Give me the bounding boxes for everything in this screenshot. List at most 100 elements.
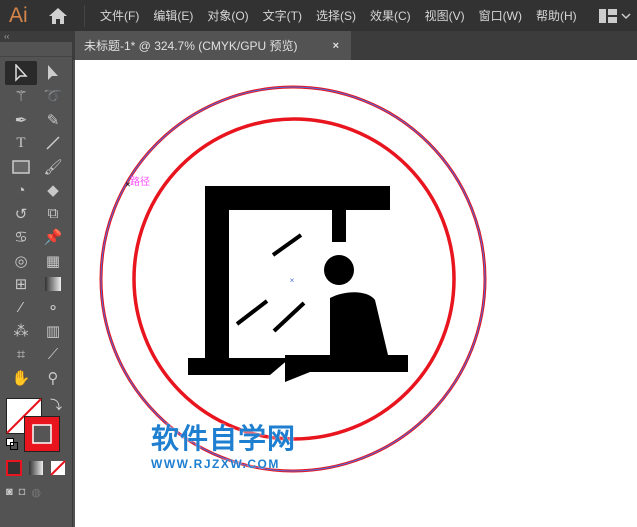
lasso-icon: ➰ bbox=[43, 88, 63, 106]
draw-behind-icon[interactable]: ◘ bbox=[19, 486, 26, 499]
mesh-icon: ⊞ bbox=[14, 276, 28, 294]
home-button[interactable] bbox=[40, 7, 76, 25]
shaper-tool[interactable]: ◔ bbox=[5, 179, 37, 203]
hand-tool[interactable]: ✋ bbox=[5, 367, 37, 391]
menu-type[interactable]: 文字(T) bbox=[256, 7, 309, 24]
color-mode-buttons bbox=[0, 456, 72, 480]
direct-selection-tool[interactable] bbox=[37, 61, 69, 85]
eraser-icon: ◆ bbox=[47, 182, 59, 200]
bar-chart-icon: ▥ bbox=[45, 323, 61, 341]
magnifier-icon: ⚲ bbox=[47, 370, 59, 388]
watermark-url: WWW.RJZXW.COM bbox=[151, 457, 280, 471]
icon-figure[interactable] bbox=[188, 186, 408, 382]
desk bbox=[285, 355, 408, 382]
type-tool[interactable]: T bbox=[5, 132, 37, 156]
chevron-down-icon bbox=[621, 12, 631, 19]
pen-tool[interactable]: ✒ bbox=[5, 108, 37, 132]
top-beam bbox=[205, 186, 390, 210]
shape-builder-tool[interactable]: ◎ bbox=[5, 249, 37, 273]
blend-tool[interactable]: ⚬ bbox=[37, 296, 69, 320]
artboard-canvas[interactable]: × ✕ 路径 软件自学网 WWW.RJZXW.COM bbox=[75, 60, 637, 527]
swap-colors-icon[interactable]: ⤵ bbox=[50, 396, 62, 413]
menu-view[interactable]: 视图(V) bbox=[418, 7, 472, 24]
spray-icon: ⁂ bbox=[13, 323, 29, 341]
lasso-tool[interactable]: ➰ bbox=[37, 85, 69, 109]
shape-builder-icon: ◎ bbox=[14, 252, 28, 270]
app-logo: Ai bbox=[9, 3, 28, 27]
rotate-tool[interactable]: ↺ bbox=[5, 202, 37, 226]
person-head bbox=[324, 255, 354, 285]
workspace-switcher[interactable] bbox=[599, 8, 637, 23]
menu-help[interactable]: 帮助(H) bbox=[529, 7, 584, 24]
close-tab-icon[interactable]: × bbox=[333, 40, 339, 52]
rectangle-icon bbox=[12, 160, 30, 174]
artboard-tool[interactable]: ⌗ bbox=[5, 343, 37, 367]
puppet-warp-tool[interactable]: 📌 bbox=[37, 226, 69, 250]
artboard-icon: ⌗ bbox=[16, 346, 26, 364]
tools-panel: ‹‹ ⚚ ➰ ✒ ✎ T 🖌 ◔ ◆ ↺ ⧉ ♋ 📌 ◎ ▦ ⊞ ⁄ ⚬ ⁂ ▥… bbox=[0, 31, 73, 527]
magic-wand-tool[interactable]: ⚚ bbox=[5, 85, 37, 109]
selection-tool[interactable] bbox=[5, 61, 37, 85]
gradient-icon bbox=[45, 277, 61, 292]
menu-select[interactable]: 选择(S) bbox=[309, 7, 363, 24]
layout-grid-icon bbox=[599, 8, 617, 23]
watermark-title: 软件自学网 bbox=[151, 422, 297, 455]
hanging-bar bbox=[332, 208, 346, 242]
pen-icon: ✒ bbox=[14, 111, 28, 129]
rectangle-tool[interactable] bbox=[5, 155, 37, 179]
curvature-tool[interactable]: ✎ bbox=[37, 108, 69, 132]
base-left bbox=[188, 358, 290, 375]
draw-normal-icon[interactable]: ◙ bbox=[6, 486, 13, 499]
symbol-sprayer-tool[interactable]: ⁂ bbox=[5, 320, 37, 344]
collapse-panel-button[interactable]: ‹‹ bbox=[0, 31, 72, 42]
gradient-button[interactable] bbox=[28, 460, 44, 476]
hand-icon: ✋ bbox=[11, 370, 31, 388]
document-tab-title: 未标题-1* @ 324.7% (CMYK/GPU 预览) bbox=[84, 39, 298, 53]
perspective-grid-tool[interactable]: ▦ bbox=[37, 249, 69, 273]
arrow-solid-icon bbox=[48, 64, 58, 80]
stroke-swatch[interactable] bbox=[24, 416, 60, 452]
home-icon bbox=[49, 7, 67, 24]
paintbrush-tool[interactable]: 🖌 bbox=[37, 155, 69, 179]
draw-mode-buttons: ◙ ◘ ◍ bbox=[0, 480, 72, 505]
rotate-icon: ↺ bbox=[14, 205, 28, 223]
fill-stroke-swatches: ⤵ bbox=[0, 398, 72, 456]
menu-window[interactable]: 窗口(W) bbox=[472, 7, 529, 24]
column-graph-tool[interactable]: ▥ bbox=[37, 320, 69, 344]
arrow-outline-icon bbox=[15, 63, 28, 82]
magic-wand-icon: ⚚ bbox=[14, 88, 28, 106]
color-button[interactable] bbox=[6, 460, 22, 476]
menu-file[interactable]: 文件(F) bbox=[93, 7, 146, 24]
blend-icon: ⚬ bbox=[46, 299, 60, 317]
menu-object[interactable]: 对象(O) bbox=[200, 7, 255, 24]
gradient-tool[interactable] bbox=[37, 273, 69, 297]
menu-edit[interactable]: 编辑(E) bbox=[146, 7, 200, 24]
brush-icon: 🖌 bbox=[43, 158, 63, 176]
menu-effect[interactable]: 效果(C) bbox=[363, 7, 418, 24]
zoom-tool[interactable]: ⚲ bbox=[37, 367, 69, 391]
document-tab-bar: 未标题-1* @ 324.7% (CMYK/GPU 预览) × bbox=[73, 31, 637, 60]
document-tab[interactable]: 未标题-1* @ 324.7% (CMYK/GPU 预览) × bbox=[75, 31, 351, 60]
default-colors-icon[interactable] bbox=[6, 438, 18, 450]
scale-icon: ⧉ bbox=[47, 205, 59, 223]
warp-tool[interactable]: ♋ bbox=[5, 226, 37, 250]
center-point-icon: × bbox=[290, 276, 295, 285]
perspective-grid-icon: ▦ bbox=[45, 252, 61, 270]
none-button[interactable] bbox=[50, 460, 66, 476]
shaper-icon: ◔ bbox=[16, 181, 26, 199]
draw-inside-icon[interactable]: ◍ bbox=[31, 486, 41, 499]
divider bbox=[84, 4, 85, 27]
menu-bar: Ai 文件(F) 编辑(E) 对象(O) 文字(T) 选择(S) 效果(C) 视… bbox=[0, 0, 637, 31]
left-post bbox=[205, 186, 229, 361]
line-tool[interactable] bbox=[37, 132, 69, 156]
line-icon bbox=[46, 136, 60, 150]
slice-tool[interactable]: ⟋ bbox=[37, 343, 69, 367]
eyedropper-icon: ⁄ bbox=[19, 299, 23, 317]
pin-icon: 📌 bbox=[43, 229, 63, 247]
mesh-tool[interactable]: ⊞ bbox=[5, 273, 37, 297]
scale-tool[interactable]: ⧉ bbox=[37, 202, 69, 226]
panel-grip[interactable] bbox=[0, 42, 72, 57]
knife-icon: ⟋ bbox=[47, 346, 59, 364]
eyedropper-tool[interactable]: ⁄ bbox=[5, 296, 37, 320]
eraser-tool[interactable]: ◆ bbox=[37, 179, 69, 203]
